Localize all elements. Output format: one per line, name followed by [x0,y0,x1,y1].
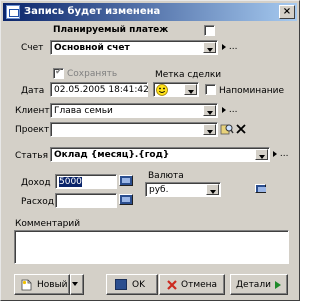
chevron-down-icon [69,277,82,293]
expense-field[interactable] [55,193,117,208]
more-dots: ... [279,149,289,159]
new-document-icon [21,279,32,291]
ok-button[interactable]: OK [106,274,158,295]
account-value: Основной счет [54,43,130,53]
comment-label: Комментарий [15,219,81,229]
chevron-down-icon[interactable] [206,184,219,195]
window-title: Запись будет изменена [24,6,161,17]
income-value: 5000 [59,177,82,187]
deal-mark-select[interactable] [153,82,199,97]
new-button[interactable]: Новый [14,274,70,295]
close-icon: × [282,6,292,17]
planned-payment-checkbox[interactable] [204,25,215,36]
cancel-button-label: Отмена [181,280,218,290]
clear-x-icon[interactable] [235,123,247,135]
account-label: Счет [21,43,44,53]
more-dots: ... [228,105,238,115]
new-dropdown-button[interactable] [70,274,84,295]
comment-textarea[interactable] [14,230,289,264]
details-arrow-icon [275,281,281,289]
chevron-down-icon[interactable] [203,105,216,116]
project-label: Проект [15,125,50,135]
client-label: Клиент [15,106,50,116]
account-more-button[interactable]: ... [222,42,237,52]
account-select[interactable]: Основной счет [50,40,218,55]
details-button[interactable]: Детали [230,274,288,295]
lookup-icon[interactable] [220,122,234,136]
save-label: Сохранять [67,69,118,79]
expense-label: Расход [21,197,54,207]
ok-button-label: OK [132,280,145,290]
client-value: Глава семьи [54,106,113,116]
chevron-down-icon[interactable] [203,124,216,135]
article-value: Оклад {месяц}.{год} [54,150,170,160]
arrow-right-icon [222,43,226,50]
article-select[interactable]: Оклад {месяц}.{год} [50,147,270,162]
ok-icon [115,279,127,290]
deal-mark-label: Метка сделки [155,70,222,80]
date-value: 02.05.2005 18:41:42 [54,85,149,95]
cancel-button[interactable]: Отмена [159,274,225,295]
more-dots: ... [228,42,238,52]
cancel-x-icon [167,280,177,290]
reminder-label: Напоминание [219,86,284,96]
save-checkbox[interactable] [53,67,64,79]
arrow-right-icon [222,106,226,113]
arrow-right-icon [273,150,277,157]
close-button[interactable]: × [279,5,295,19]
new-button-label: Новый [37,280,68,290]
currency-value: руб. [149,185,169,195]
reminder-checkbox[interactable] [205,84,216,95]
calculator-icon[interactable] [255,184,266,193]
income-label: Доход [21,178,51,188]
calculator-icon[interactable] [119,175,133,186]
date-field[interactable]: 02.05.2005 18:41:42 [50,82,149,97]
title-bar[interactable]: Запись будет изменена × [3,3,297,21]
dialog-window: Запись будет изменена × Планируемый плат… [0,0,300,301]
smiley-icon [156,84,168,96]
date-label: Дата [21,86,45,96]
app-icon [6,5,20,19]
chevron-down-icon[interactable] [255,149,268,160]
article-more-button[interactable]: ... [273,149,288,159]
project-select[interactable] [50,122,218,137]
client-more-button[interactable]: ... [222,105,237,115]
article-label: Статья [15,151,49,161]
calculator-icon[interactable] [119,194,133,205]
chevron-down-icon[interactable] [203,42,216,53]
currency-select[interactable]: руб. [145,182,221,197]
planned-payment-label: Планируемый платеж [53,25,169,35]
client-select[interactable]: Глава семьи [50,103,218,118]
currency-label: Валюта [148,171,184,181]
chevron-down-icon[interactable] [184,84,197,95]
details-button-label: Детали [236,280,271,290]
income-field[interactable]: 5000 [55,174,117,189]
